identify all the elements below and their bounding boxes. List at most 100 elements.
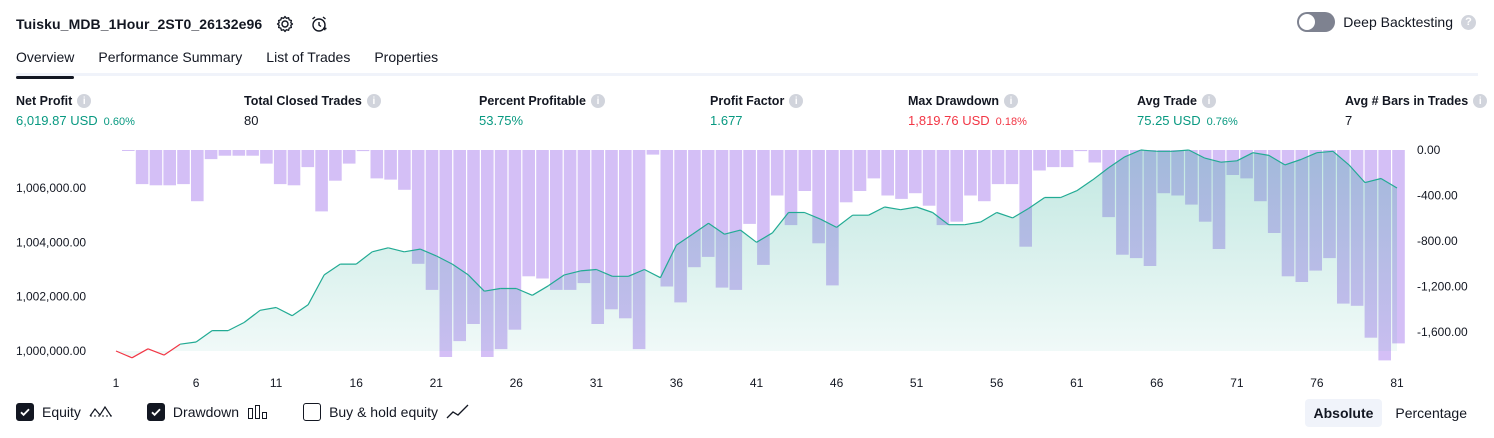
drawdown-bar [563,150,577,290]
drawdown-bar [356,150,370,152]
drawdown-bar [853,150,867,191]
drawdown-bar [1060,150,1074,168]
x-axis-tick-label: 81 [1390,376,1404,390]
drawdown-bar [122,150,135,151]
legend-drawdown[interactable]: Drawdown [146,403,269,421]
drawdown-bar [287,150,301,186]
drawdown-bar [646,150,660,155]
x-axis-tick-label: 76 [1310,376,1324,390]
metric-label: Avg Trade [1137,94,1197,108]
right-axis-tick-label: -1,200.00 [1417,280,1468,294]
equity-checkbox[interactable] [16,403,34,421]
drawdown-checkbox[interactable] [146,403,165,421]
equity-line-icon [89,404,113,420]
drawdown-bar [149,150,163,186]
drawdown-bar [398,150,411,190]
drawdown-bar [315,150,328,212]
drawdown-bar [1047,150,1060,168]
drawdown-bar [978,150,991,202]
equity-drawdown-chart[interactable]: 1,000,000.00 1,002,000.00 1,004,000.00 1,00… [0,140,1494,398]
info-icon[interactable]: i [366,94,381,108]
strategy-header: Tuisku_MDB_1Hour_2ST0_26132e96 [16,10,330,38]
drawdown-bar [273,150,287,185]
metric-value: 1,819.76 USD [908,113,990,128]
percentage-button[interactable]: Percentage [1386,399,1476,427]
info-icon[interactable]: i [77,94,92,108]
x-axis-tick-label: 36 [670,376,684,390]
drawdown-bar [218,150,232,156]
buy-hold-checkbox[interactable] [303,403,322,421]
deep-backtesting: Deep Backtesting ? [1297,12,1476,32]
right-axis-tick-label: -800.00 [1417,234,1458,248]
legend-label: Equity [42,404,81,420]
drawdown-bar [301,150,315,168]
metric-avg-bars: Avg # Bars in Trades i 7 [1345,93,1488,128]
metric-value: 1.677 [710,113,743,128]
drawdown-bar [770,150,784,196]
drawdown-bar [522,150,535,277]
metric-net-profit: Net Profit i 6,019.87 USD 0.60% [16,93,135,128]
x-axis-tick-label: 26 [510,376,524,390]
x-axis-tick-label: 1 [113,376,120,390]
x-axis-tick-label: 11 [270,376,283,390]
drawdown-bar [411,150,425,264]
info-icon[interactable]: i [1473,94,1488,108]
drawdown-bar [743,150,756,224]
metric-percent: 0.76% [1206,116,1238,128]
metric-label: Profit Factor [710,94,785,108]
alarm-clock-icon[interactable] [308,13,330,35]
metric-total-closed-trades: Total Closed Trades i 80 [244,93,381,128]
metric-percent: 0.18% [995,116,1027,128]
left-axis-tick-label: 1,006,000.00 [16,181,86,195]
x-axis-tick-label: 41 [750,376,764,390]
drawdown-bar [950,150,963,222]
drawdown-bar [577,150,591,284]
drawdown-bar [204,150,218,160]
drawdown-bar [936,150,950,226]
x-axis-tick-label: 56 [990,376,1004,390]
x-axis-tick-label: 16 [350,376,364,390]
metric-avg-trade: Avg Trade i 75.25 USD 0.76% [1137,93,1238,128]
metric-label: Avg # Bars in Trades [1345,94,1469,108]
legend-equity[interactable]: Equity [16,403,113,421]
info-icon[interactable]: i [1004,94,1018,108]
info-icon[interactable]: i [1201,94,1216,108]
help-icon[interactable]: ? [1461,14,1476,30]
x-axis-tick-label: 71 [1230,376,1244,390]
deep-backtesting-toggle[interactable] [1297,12,1336,32]
drawdown-bar [260,150,273,164]
drawdown-bar [1005,150,1019,185]
deep-backtesting-label: Deep Backtesting [1343,14,1453,30]
info-icon[interactable]: i [789,94,804,108]
left-axis-tick-label: 1,002,000.00 [16,290,86,304]
metric-label: Percent Profitable [479,94,586,108]
gear-icon[interactable] [274,13,296,35]
drawdown-bar [163,150,176,186]
tab-properties[interactable]: Properties [374,44,438,76]
legend-buy-hold[interactable]: Buy & hold equity [303,403,470,421]
tab-list-of-trades[interactable]: List of Trades [266,44,350,76]
x-axis-tick-label: 51 [910,376,924,390]
metrics-row: Net Profit i 6,019.87 USD 0.60% Total Clos… [0,93,1494,133]
drawdown-bar [232,150,246,156]
drawdown-bar [536,150,549,279]
metric-value: 75.25 USD [1137,113,1201,128]
report-tabs: Overview Performance Summary List of Tra… [16,44,1478,79]
tab-overview[interactable]: Overview [16,44,75,79]
legend-label: Buy & hold equity [329,404,439,420]
drawdown-bars-icon [247,404,269,420]
x-axis-tick-label: 46 [830,376,844,390]
info-icon[interactable]: i [590,94,605,108]
drawdown-bar [798,150,812,191]
drawdown-bar [342,150,356,164]
drawdown-bar [867,150,881,179]
drawdown-bar [839,150,853,203]
metric-value: 7 [1345,113,1353,128]
buy-hold-line-icon [446,404,470,420]
drawdown-bar [1074,150,1088,152]
drawdown-bar [550,150,563,290]
drawdown-bar [191,150,204,202]
metric-label: Net Profit [16,94,73,108]
tab-performance-summary[interactable]: Performance Summary [98,44,242,76]
absolute-button[interactable]: Absolute [1304,399,1383,427]
